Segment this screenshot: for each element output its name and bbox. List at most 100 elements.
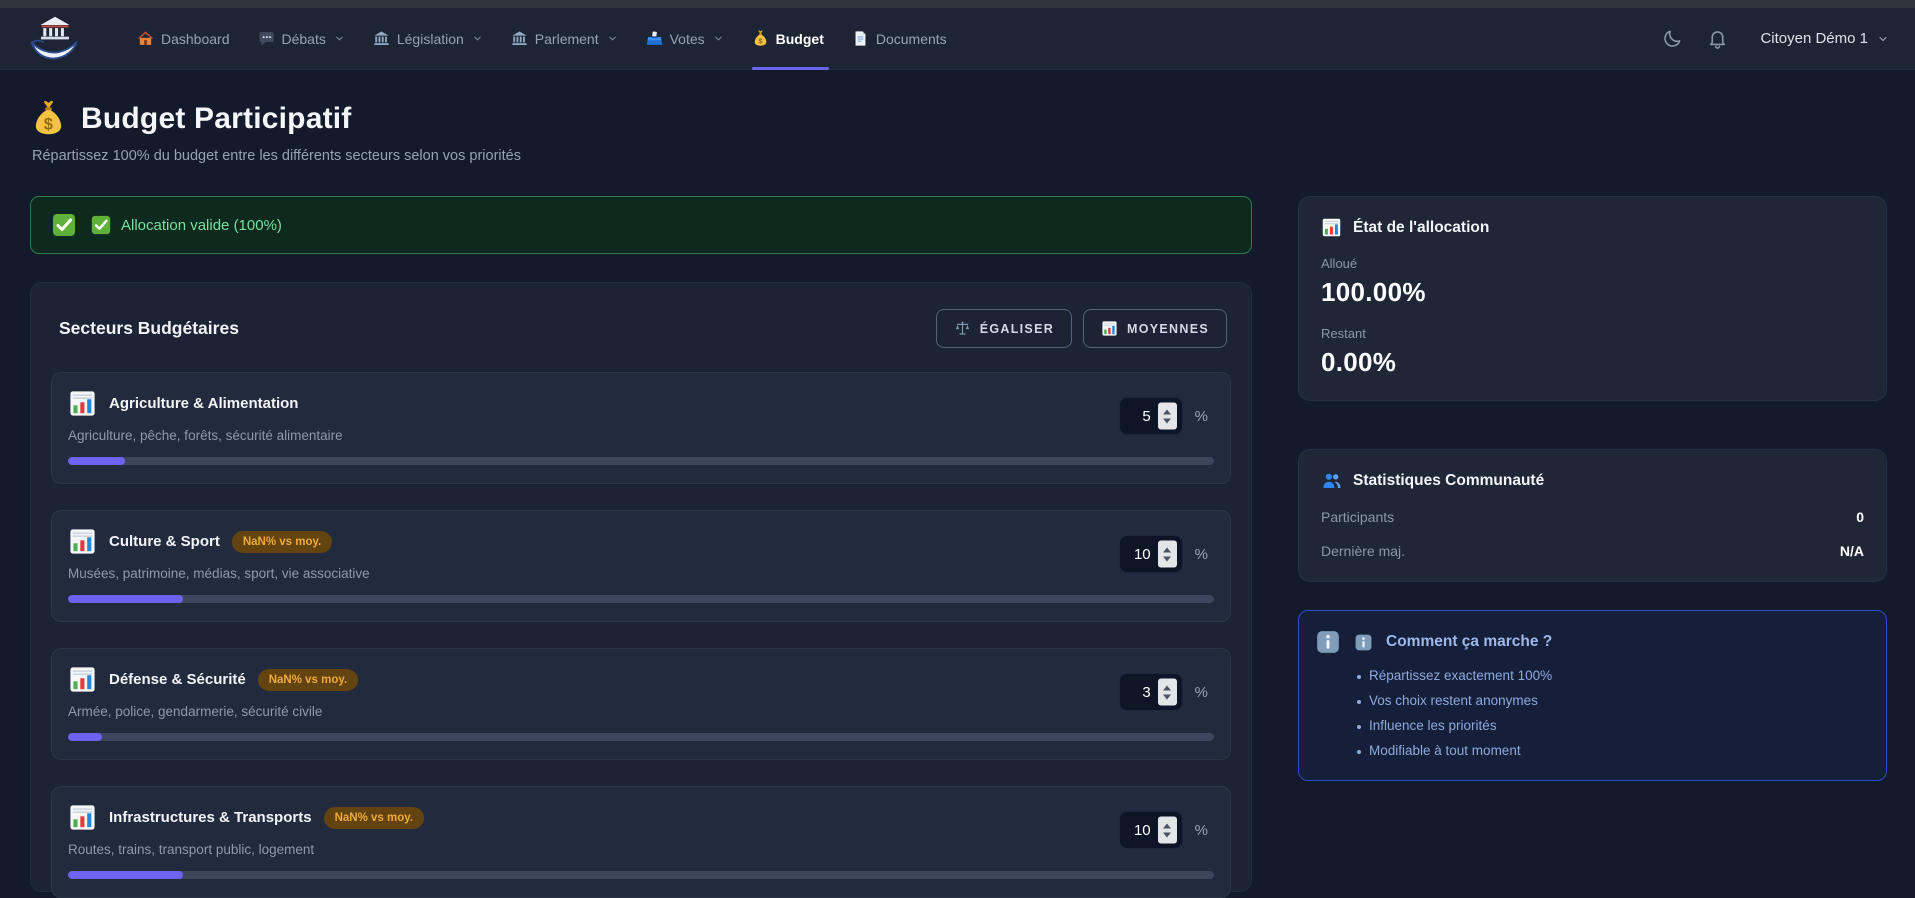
page-content: Budget Participatif Répartissez 100% du … [0, 70, 1915, 892]
dark-mode-toggle[interactable] [1654, 20, 1691, 57]
sector-name: Culture & Sport [109, 533, 220, 550]
sector-description: Musées, patrimoine, médias, sport, vie a… [68, 566, 1119, 581]
sector-card-defense-securite: Défense & Sécurité NaN% vs moy. Armée, p… [51, 648, 1231, 760]
allocation-valid-banner: Allocation valide (100%) [30, 196, 1252, 254]
sector-progress-fill [68, 871, 183, 879]
sector-description: Routes, trains, transport public, logeme… [68, 842, 1119, 857]
bank-icon [511, 30, 528, 47]
averages-label: MOYENNES [1127, 322, 1209, 336]
number-spinner[interactable] [1158, 403, 1177, 430]
bar-chart-icon [68, 803, 97, 832]
percent-unit: % [1195, 684, 1208, 701]
nav-item-label: Dashboard [161, 31, 230, 47]
nav-item-label: Budget [776, 31, 824, 47]
sectors-heading: Secteurs Budgétaires [59, 318, 239, 339]
how-it-works-list: Répartissez exactement 100%Vos choix res… [1355, 668, 1866, 758]
bell-icon [1707, 28, 1728, 49]
hand-building-logo-icon [26, 15, 84, 62]
user-name: Citoyen Démo 1 [1760, 30, 1868, 47]
how-it-works-bullet: Vos choix restent anonymes [1355, 693, 1866, 708]
page-title: Budget Participatif [30, 100, 1887, 137]
nav-item-label: Législation [397, 31, 464, 47]
page-header: Budget Participatif Répartissez 100% du … [30, 100, 1887, 164]
stat-row-participants: Participants0 [1321, 509, 1864, 525]
bar-chart-icon [68, 665, 97, 694]
sectors-panel: Secteurs Budgétaires ÉGALISER MOYENNES [30, 282, 1252, 892]
chevron-down-icon [334, 33, 345, 44]
money-bag-icon [30, 100, 67, 137]
notifications-button[interactable] [1699, 20, 1736, 57]
bar-chart-icon [1321, 217, 1342, 238]
spin-up-icon[interactable] [1163, 409, 1171, 414]
sector-progress-track [68, 871, 1214, 879]
nav-item-label: Parlement [535, 31, 599, 47]
nav-item-votes[interactable]: Votes [635, 8, 735, 70]
spin-up-icon[interactable] [1163, 823, 1171, 828]
sector-description: Agriculture, pêche, forêts, sécurité ali… [68, 428, 1119, 443]
nav-item-dashboard[interactable]: Dashboard [126, 8, 241, 70]
sector-description: Armée, police, gendarmerie, sécurité civ… [68, 704, 1119, 719]
spin-down-icon[interactable] [1163, 556, 1171, 561]
spin-down-icon[interactable] [1163, 832, 1171, 837]
sectors-panel-header: Secteurs Budgétaires ÉGALISER MOYENNES [51, 309, 1231, 348]
stat-value: N/A [1840, 543, 1864, 559]
stat-label: Participants [1321, 509, 1394, 525]
chevron-down-icon [1877, 33, 1889, 45]
moon-icon [1662, 28, 1683, 49]
info-icon [1315, 629, 1341, 655]
bar-chart-icon [68, 527, 97, 556]
sector-progress-track [68, 595, 1214, 603]
spin-up-icon[interactable] [1163, 547, 1171, 552]
number-spinner[interactable] [1158, 679, 1177, 706]
page-subtitle: Répartissez 100% du budget entre les dif… [32, 148, 1887, 164]
spin-up-icon[interactable] [1163, 685, 1171, 690]
navbar: Dashboard Débats Législation Parlement V… [0, 8, 1915, 70]
nav-item-documents[interactable]: Documents [841, 8, 958, 70]
chevron-down-icon [472, 33, 483, 44]
app-logo[interactable] [26, 15, 84, 62]
nav-item-debats[interactable]: Débats [247, 8, 356, 70]
number-spinner[interactable] [1158, 541, 1177, 568]
how-it-works-card: Comment ça marche ? Répartissez exacteme… [1298, 610, 1887, 781]
moneybag-icon [752, 30, 769, 47]
sector-list: Agriculture & Alimentation Agriculture, … [51, 372, 1231, 898]
sidebar: État de l'allocation Alloué 100.00% Rest… [1298, 196, 1887, 781]
sector-percentage-field [1119, 397, 1183, 435]
percent-unit: % [1195, 546, 1208, 563]
navbar-right: Citoyen Démo 1 [1654, 20, 1889, 57]
allocation-state-heading: État de l'allocation [1321, 217, 1864, 238]
sector-progress-fill [68, 733, 102, 741]
allocated-label: Alloué [1321, 256, 1864, 271]
number-spinner[interactable] [1158, 817, 1177, 844]
nav-item-budget[interactable]: Budget [741, 8, 835, 70]
nav-item-parlement[interactable]: Parlement [500, 8, 629, 70]
spin-down-icon[interactable] [1163, 694, 1171, 699]
remaining-value: 0.00% [1321, 347, 1864, 378]
speech-icon [258, 30, 275, 47]
sector-progress-fill [68, 457, 125, 465]
nav-item-label: Débats [282, 31, 326, 47]
sector-name: Défense & Sécurité [109, 671, 246, 688]
averages-button[interactable]: MOYENNES [1083, 309, 1227, 348]
scales-icon [954, 320, 971, 337]
sector-percentage-field [1119, 535, 1183, 573]
how-it-works-heading: Comment ça marche ? [1315, 629, 1866, 655]
equalize-button[interactable]: ÉGALISER [936, 309, 1072, 348]
bar-chart-icon [68, 389, 97, 418]
spin-down-icon[interactable] [1163, 418, 1171, 423]
user-menu[interactable]: Citoyen Démo 1 [1760, 30, 1889, 47]
chevron-down-icon [607, 33, 618, 44]
sector-name: Infrastructures & Transports [109, 809, 312, 826]
percent-unit: % [1195, 408, 1208, 425]
info-icon [1354, 633, 1373, 652]
sector-progress-track [68, 733, 1214, 741]
house-icon [137, 30, 154, 47]
ballot-icon [646, 30, 663, 47]
sector-name: Agriculture & Alimentation [109, 395, 298, 412]
sector-card-infrastructures-transports: Infrastructures & Transports NaN% vs moy… [51, 786, 1231, 898]
banner-text: Allocation valide (100%) [121, 217, 282, 234]
check-icon [91, 215, 111, 235]
nav-item-legislation[interactable]: Législation [362, 8, 494, 70]
community-stats-heading: Statistiques Communauté [1321, 470, 1864, 491]
sector-progress-track [68, 457, 1214, 465]
